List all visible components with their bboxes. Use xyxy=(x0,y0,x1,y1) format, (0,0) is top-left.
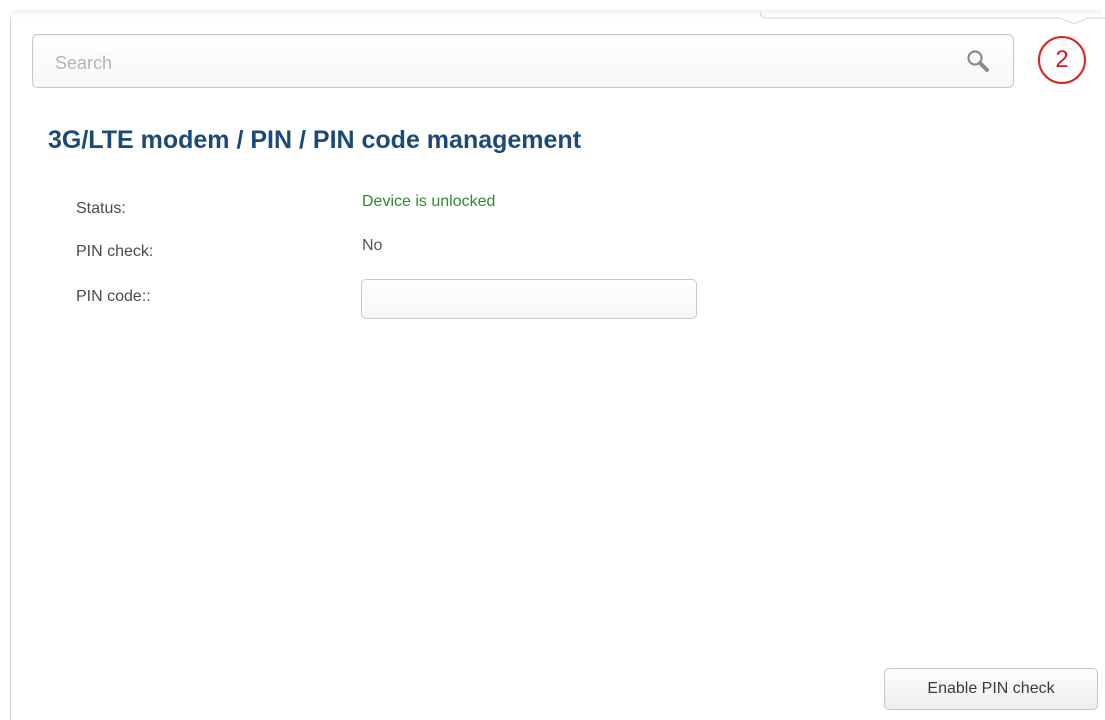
notification-pointer xyxy=(760,11,1105,24)
content-panel xyxy=(10,10,1102,720)
breadcrumb-item-pin[interactable]: PIN xyxy=(250,126,292,154)
pin-code-label: PIN code:: xyxy=(76,288,151,305)
breadcrumb: 3G/LTE modem / PIN / PIN code management xyxy=(48,126,581,155)
notification-badge[interactable]: 2 xyxy=(1038,36,1086,84)
status-label: Status: xyxy=(76,200,126,217)
breadcrumb-separator: / xyxy=(229,126,251,154)
breadcrumb-separator: / xyxy=(292,126,313,154)
breadcrumb-item-current: PIN code management xyxy=(312,126,582,154)
search-box[interactable] xyxy=(32,34,1014,88)
breadcrumb-item-modem[interactable]: 3G/LTE modem xyxy=(48,126,230,154)
status-value: Device is unlocked xyxy=(362,193,496,210)
pin-code-input[interactable] xyxy=(361,279,697,319)
search-icon[interactable] xyxy=(965,48,991,74)
page: 2 3G/LTE modem / PIN / PIN code manageme… xyxy=(0,0,1105,720)
search-input[interactable] xyxy=(53,49,937,77)
pin-check-value: No xyxy=(362,237,383,254)
enable-pin-check-button[interactable]: Enable PIN check xyxy=(884,668,1098,710)
pin-check-label: PIN check: xyxy=(76,243,154,260)
